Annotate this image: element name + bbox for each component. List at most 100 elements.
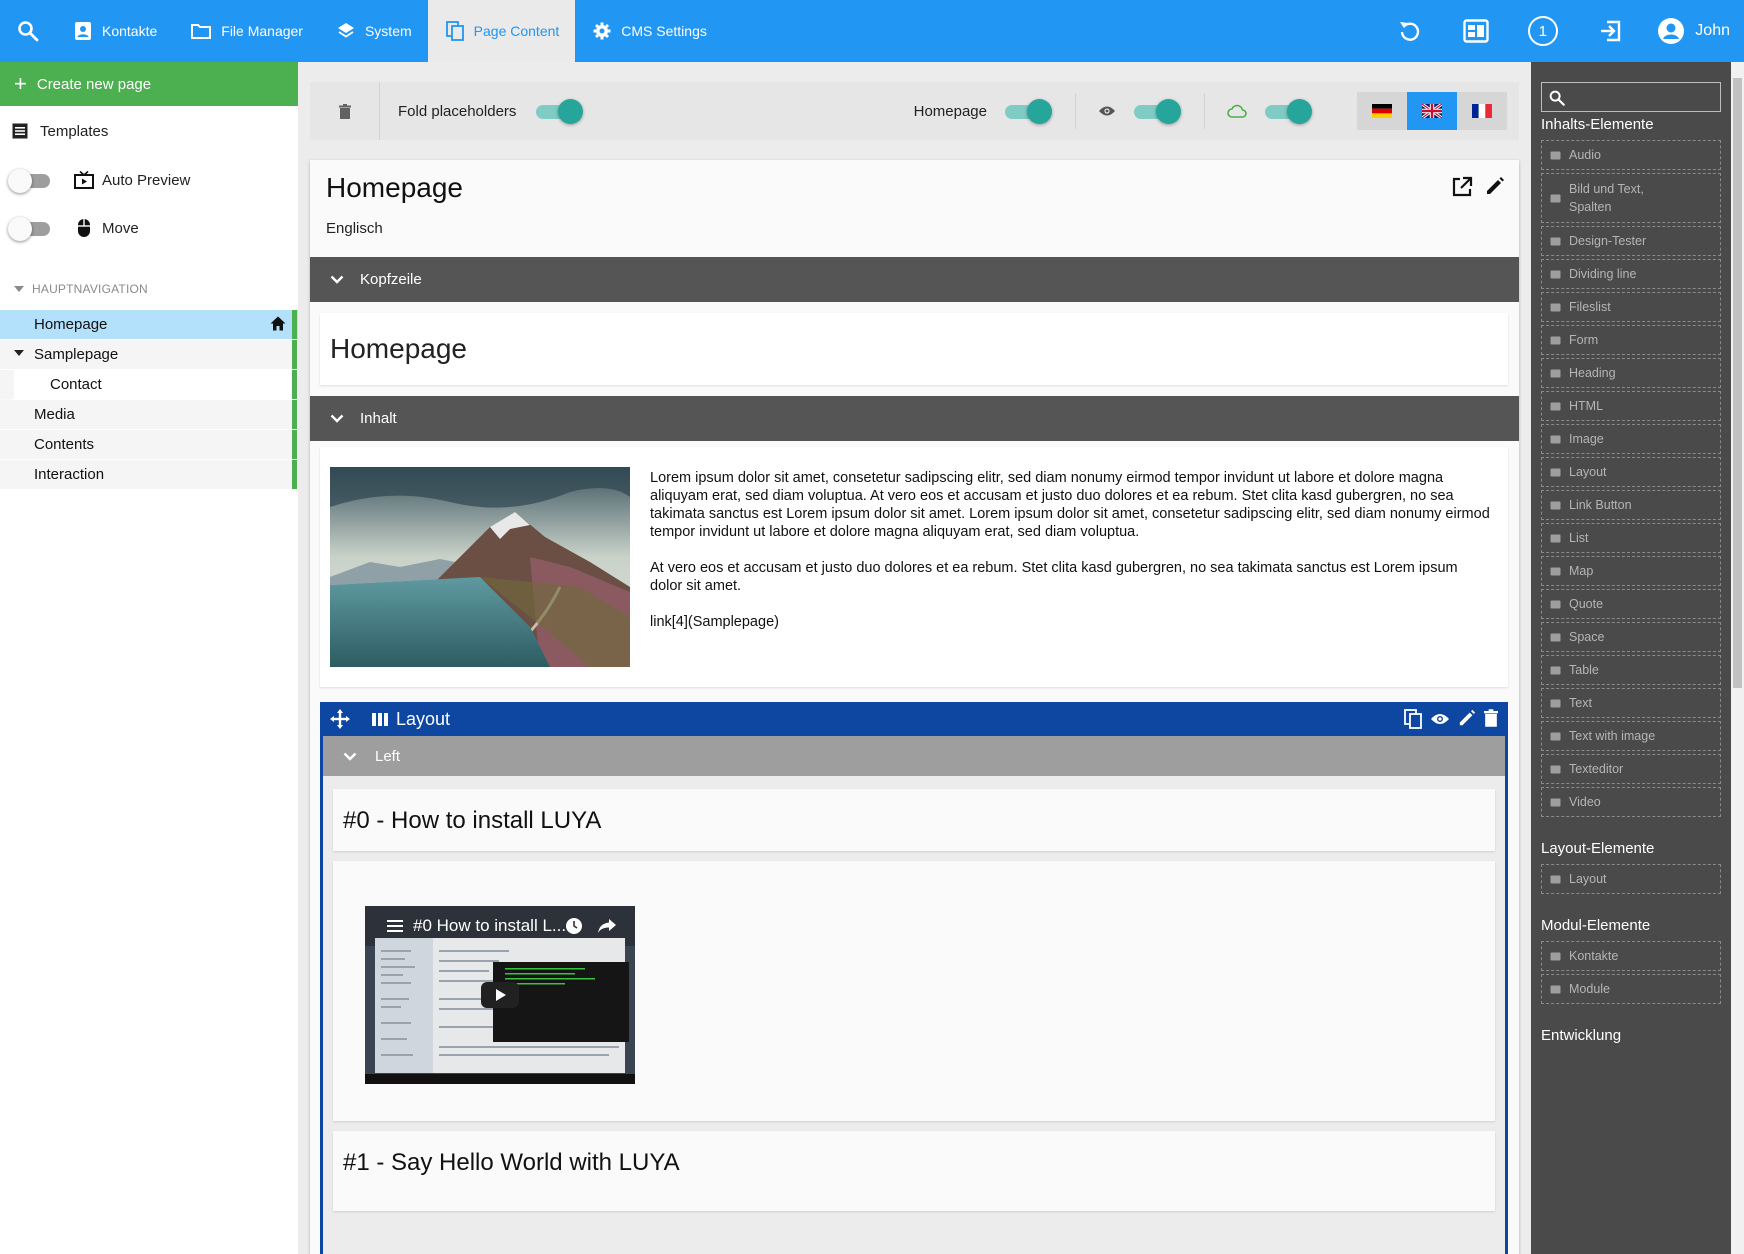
block-item-layout[interactable]: Layout xyxy=(1541,457,1721,487)
edit-pencil-icon[interactable] xyxy=(1458,709,1476,727)
exit-icon xyxy=(1600,20,1620,42)
caret-down-icon[interactable] xyxy=(14,350,24,356)
fold-placeholders: Fold placeholders xyxy=(380,98,584,124)
visibility-toggle[interactable] xyxy=(1134,98,1182,124)
eye-icon[interactable] xyxy=(1430,709,1450,729)
auto-preview-toggle[interactable] xyxy=(8,168,52,193)
block-item-html[interactable]: HTML xyxy=(1541,391,1721,421)
text-with-image-block[interactable]: Lorem ipsum dolor sit amet, consetetur s… xyxy=(320,447,1508,687)
layout-column-left-header[interactable]: Left xyxy=(323,736,1505,776)
video-embed[interactable]: #0 How to install L... xyxy=(365,906,635,1084)
page-actions xyxy=(1451,176,1505,198)
nav-tab-kontakte[interactable]: Kontakte xyxy=(56,0,173,62)
block-item-label: Text xyxy=(1569,696,1592,710)
search-button[interactable] xyxy=(0,0,56,62)
placeholder-title: Kopfzeile xyxy=(360,271,422,288)
copy-icon[interactable] xyxy=(1404,709,1422,729)
block-item-audio[interactable]: Audio xyxy=(1541,140,1721,170)
block-item-module[interactable]: Module xyxy=(1541,974,1721,1004)
block-item-list[interactable]: List xyxy=(1541,523,1721,553)
create-new-page-button[interactable]: + Create new page xyxy=(0,62,298,106)
open-in-new-icon[interactable] xyxy=(1451,176,1473,198)
block-search-input[interactable] xyxy=(1541,82,1721,112)
move-toggle[interactable] xyxy=(8,216,52,241)
tree-item-samplepage[interactable]: Samplepage xyxy=(0,340,298,370)
tree-item-label: Media xyxy=(34,406,75,423)
notification-counter[interactable]: 1 xyxy=(1509,0,1576,62)
block-item-image[interactable]: Image xyxy=(1541,424,1721,454)
page-scrollbar[interactable] xyxy=(1731,62,1744,1254)
placeholder-header-bar[interactable]: Kopfzeile xyxy=(310,257,1519,302)
heading-block[interactable]: Homepage xyxy=(320,313,1508,385)
delete-page-button[interactable] xyxy=(310,82,380,140)
nav-tab-label: Kontakte xyxy=(102,23,158,39)
block-item-layout[interactable]: Layout xyxy=(1541,864,1721,894)
main-navigation-header[interactable]: HAUPTNAVIGATION xyxy=(0,274,298,304)
lang-de-button[interactable] xyxy=(1357,92,1407,130)
block-item-label: Table xyxy=(1569,663,1599,677)
block-item-dividing-line[interactable]: Dividing line xyxy=(1541,259,1721,289)
block-item-kontakte[interactable]: Kontakte xyxy=(1541,941,1721,971)
tree-item-interaction[interactable]: Interaction xyxy=(0,460,298,490)
block-item-map[interactable]: Map xyxy=(1541,556,1721,586)
drag-move-icon[interactable] xyxy=(330,709,350,729)
logout-button[interactable] xyxy=(1576,0,1643,62)
reload-button[interactable] xyxy=(1375,0,1442,62)
user-menu[interactable]: John xyxy=(1643,17,1730,45)
layout-icon xyxy=(1549,873,1561,885)
tree-item-media[interactable]: Media xyxy=(0,400,298,430)
columns-icon xyxy=(372,712,388,726)
block-item-table[interactable]: Table xyxy=(1541,655,1721,685)
nav-tab-system[interactable]: System xyxy=(319,0,428,62)
block-item-texteditor[interactable]: Texteditor xyxy=(1541,754,1721,784)
block-item-label: Bild und Text, Spalten xyxy=(1569,182,1644,214)
video-block[interactable]: #0 How to install L... xyxy=(333,861,1495,1121)
block-item-text[interactable]: Text xyxy=(1541,688,1721,718)
list-alt-icon xyxy=(12,123,28,139)
block-item-label: Module xyxy=(1569,982,1610,996)
tree-item-contact[interactable]: Contact xyxy=(0,370,298,400)
dashboard-button[interactable] xyxy=(1442,0,1509,62)
templates-link[interactable]: Templates xyxy=(0,106,298,156)
block-section-title: Inhalts-Elemente xyxy=(1541,116,1654,133)
block-item-label: Image xyxy=(1569,432,1604,446)
nav-tab-page-content[interactable]: Page Content xyxy=(427,0,576,62)
nav-tab-file-manager[interactable]: File Manager xyxy=(173,0,319,62)
block-item-video[interactable]: Video xyxy=(1541,787,1721,817)
placeholder-content-bar[interactable]: Inhalt xyxy=(310,396,1519,441)
tree-item-contents[interactable]: Contents xyxy=(0,430,298,460)
lang-en-button[interactable] xyxy=(1407,92,1457,130)
trash-icon[interactable] xyxy=(1484,709,1498,727)
clock-icon[interactable] xyxy=(565,917,583,935)
tree-item-homepage[interactable]: Homepage xyxy=(0,310,298,340)
code-icon xyxy=(1549,400,1561,412)
fold-placeholders-toggle[interactable] xyxy=(536,98,584,124)
share-icon[interactable] xyxy=(597,918,617,934)
block-item-heading[interactable]: Heading xyxy=(1541,358,1721,388)
block-item-space[interactable]: Space xyxy=(1541,622,1721,652)
online-toggle[interactable] xyxy=(1265,98,1313,124)
block-item-form[interactable]: Form xyxy=(1541,325,1721,355)
auto-preview-row: Auto Preview xyxy=(0,156,298,204)
homepage-toggle-label: Homepage xyxy=(913,102,987,120)
lang-fr-button[interactable] xyxy=(1457,92,1507,130)
heading-block[interactable]: #1 - Say Hello World with LUYA xyxy=(333,1131,1495,1211)
heading-block[interactable]: #0 - How to install LUYA xyxy=(333,789,1495,851)
nav-tab-cms-settings[interactable]: CMS Settings xyxy=(575,0,723,62)
video-title: #0 How to install L... xyxy=(413,916,567,935)
page-card: Homepage Englisch Kopfzeile Homepage Inh… xyxy=(310,160,1519,1254)
homepage-toggle[interactable] xyxy=(1005,98,1053,124)
block-item-bild-und-text-spalten[interactable]: Bild und Text, Spalten xyxy=(1541,173,1721,223)
spacing-icon xyxy=(1549,631,1561,643)
edit-pencil-icon[interactable] xyxy=(1485,176,1505,196)
block-item-label: Video xyxy=(1569,795,1601,809)
block-item-design-tester[interactable]: Design-Tester xyxy=(1541,226,1721,256)
block-item-fileslist[interactable]: Fileslist xyxy=(1541,292,1721,322)
layout-block-title: Layout xyxy=(372,709,450,730)
block-item-text-with-image[interactable]: Text with image xyxy=(1541,721,1721,751)
scrollbar-thumb[interactable] xyxy=(1733,78,1742,688)
layout-block[interactable]: Layout Left #0 - How to install LUYA #0 … xyxy=(320,702,1508,1254)
block-item-quote[interactable]: Quote xyxy=(1541,589,1721,619)
username: John xyxy=(1695,22,1730,39)
block-item-link-button[interactable]: Link Button xyxy=(1541,490,1721,520)
